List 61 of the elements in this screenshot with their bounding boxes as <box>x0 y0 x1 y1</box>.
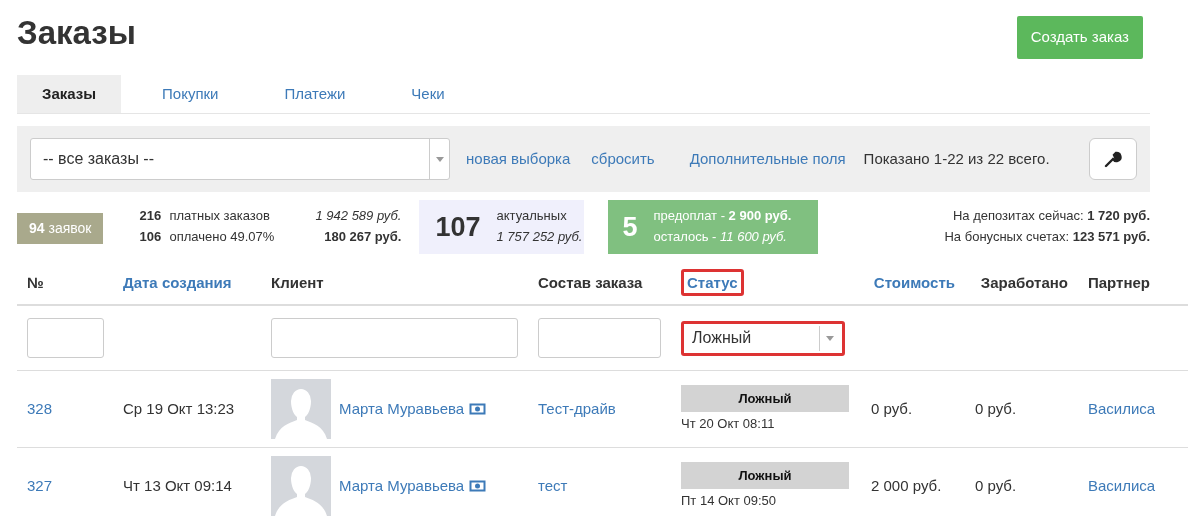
date-text: Ср 19 Окт 13:23 <box>123 399 235 417</box>
orders-select[interactable]: -- все заказы -- <box>30 138 450 180</box>
filter-link[interactable]: Дополнительные поля <box>689 147 846 171</box>
column-header: Партнер <box>1088 273 1150 291</box>
order-contents-link[interactable]: тест <box>538 476 568 494</box>
amount-text: 180 267 руб. <box>323 227 402 246</box>
filter-link[interactable]: новая выборка <box>466 147 571 171</box>
status-date: Чт 20 Окт 08:11 <box>681 415 776 434</box>
filter-input[interactable] <box>27 318 104 359</box>
column-sort-link[interactable]: Статус <box>681 268 744 296</box>
tab[interactable]: Платежи <box>259 74 371 113</box>
count-text: 216 <box>139 207 163 225</box>
order-number-link[interactable]: 328 <box>27 399 53 417</box>
prepaid-text: предоплат - 2 900 руб. <box>653 207 792 225</box>
cost-text: 2 000 руб. <box>871 476 942 494</box>
actual-count: 107 <box>435 210 481 244</box>
earned-text: 0 руб. <box>975 399 1017 417</box>
caret-icon <box>825 335 834 341</box>
tab[interactable]: Чеки <box>386 74 470 113</box>
cost-text: 0 руб. <box>871 399 913 417</box>
column-header: Состав заказа <box>538 273 643 291</box>
filter-input[interactable] <box>271 318 518 359</box>
tab[interactable]: Покупки <box>137 74 244 113</box>
settings-button[interactable] <box>1089 138 1137 180</box>
client-link[interactable]: Марта Муравьева <box>339 397 465 421</box>
order-number-link[interactable]: 327 <box>27 476 53 494</box>
create-order-button[interactable]: Создать заказ <box>1016 16 1143 59</box>
results-summary: Показано 1-22 из 22 всего. <box>863 148 1050 169</box>
actual-label: актуальных <box>496 207 568 225</box>
column-header: Клиент <box>271 273 324 291</box>
count-text: 106 <box>139 227 163 246</box>
earned-text: 0 руб. <box>975 476 1017 494</box>
partner-link[interactable]: Василиса <box>1088 476 1156 494</box>
column-header: № <box>27 273 44 291</box>
column-sort-link[interactable]: Стоимость <box>873 273 955 291</box>
prepaid-count: 5 <box>622 210 638 244</box>
page-title: Заказы <box>17 16 136 49</box>
stat-label: оплачено 49.07% <box>169 227 276 246</box>
caret-icon <box>435 156 444 162</box>
filter-input[interactable] <box>538 318 661 359</box>
client-link[interactable]: Марта Муравьева <box>339 474 465 498</box>
filter-link[interactable]: сбросить <box>591 147 655 171</box>
status-badge: Ложный <box>681 384 849 413</box>
tab[interactable]: Заказы <box>17 74 122 113</box>
banknote-icon <box>469 480 487 493</box>
amount-text: 1 942 589 руб. <box>314 207 402 225</box>
order-contents-link[interactable]: Тест-драйв <box>538 399 616 417</box>
partner-link[interactable]: Василиса <box>1088 399 1156 417</box>
stat-label: платных заказов <box>169 207 271 225</box>
balance-text: На бонусных счетах: 123 571 руб. <box>944 227 1150 246</box>
status-filter-select[interactable]: Ложный <box>681 320 845 356</box>
balance-text: На депозитах сейчас: 1 720 руб. <box>951 207 1150 225</box>
prepaid-text: осталось - 11 600 руб. <box>653 227 788 246</box>
actual-amount: 1 757 252 руб. <box>496 227 583 246</box>
requests-badge: 94 заявок <box>17 213 104 244</box>
status-date: Пт 14 Окт 09:50 <box>681 492 778 511</box>
column-header: Заработано <box>980 273 1068 291</box>
date-text: Чт 13 Окт 09:14 <box>123 476 232 494</box>
column-sort-link[interactable]: Дата создания <box>123 273 232 291</box>
banknote-icon <box>469 403 487 416</box>
status-badge: Ложный <box>681 461 849 490</box>
